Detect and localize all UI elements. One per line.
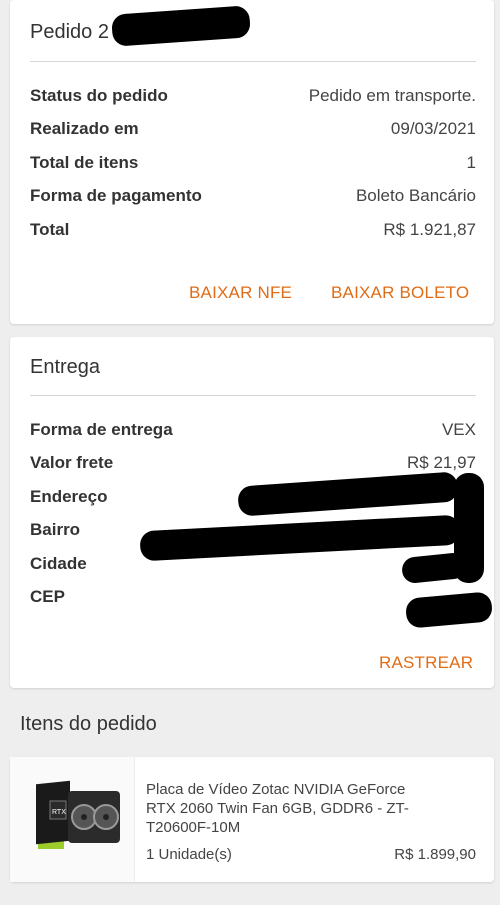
- track-button[interactable]: RASTREAR: [379, 653, 473, 673]
- download-boleto-button[interactable]: BAIXAR BOLETO: [331, 283, 469, 303]
- box-label: RTX: [52, 809, 66, 816]
- row-value: 09/03/2021: [390, 119, 476, 138]
- fan-hub: [103, 814, 109, 820]
- row-value: Pedido em transporte.: [308, 86, 476, 105]
- download-nfe-button[interactable]: BAIXAR NFE: [189, 283, 292, 303]
- order-title: Pedido 2: [30, 21, 109, 43]
- order-summary-card: Pedido 2 Status do pedido Pedido em tran…: [10, 0, 494, 324]
- delivery-card: Entrega Forma de entrega VEX Valor frete…: [10, 337, 494, 688]
- product-quantity: 1 Unidade(s): [146, 846, 232, 863]
- row-label: Realizado em: [30, 119, 139, 138]
- divider: [30, 395, 476, 396]
- order-detail-page: Pedido 2 Status do pedido Pedido em tran…: [0, 0, 500, 905]
- fan-hub: [81, 814, 87, 820]
- delivery-method-row: Forma de entrega VEX: [30, 420, 476, 444]
- shipping-cost-row: Valor frete R$ 21,97: [30, 453, 476, 477]
- row-value: R$ 21,97: [407, 453, 476, 472]
- row-label: Total: [30, 220, 70, 239]
- row-label: Bairro: [30, 520, 81, 539]
- order-date-row: Realizado em 09/03/2021: [30, 119, 476, 143]
- row-value: 1: [466, 153, 476, 172]
- city-value-redaction: [400, 551, 468, 585]
- order-number-redaction: [111, 5, 251, 47]
- row-label: CEP: [30, 587, 65, 606]
- graphics-card-icon: RTX: [36, 780, 120, 849]
- postal-code-redaction: [404, 591, 494, 629]
- row-label: Valor frete: [30, 453, 114, 472]
- row-value: Boleto Bancário: [355, 186, 476, 205]
- row-value: VEX: [441, 420, 476, 439]
- product-price: R$ 1.899,90: [394, 846, 476, 863]
- row-label: Cidade: [30, 554, 87, 573]
- row-label: Endereço: [30, 487, 108, 506]
- order-payment-row: Forma de pagamento Boleto Bancário: [30, 186, 476, 210]
- product-image: RTX: [10, 757, 135, 882]
- divider: [30, 61, 476, 62]
- order-item-count-row: Total de itens 1: [30, 153, 476, 177]
- row-label: Total de itens: [30, 153, 139, 172]
- order-item-card[interactable]: RTX Placa de Vídeo Zotac NVIDIA GeForce …: [10, 757, 494, 882]
- order-total-row: Total R$ 1.921,87: [30, 220, 476, 244]
- row-label: Forma de pagamento: [30, 186, 202, 205]
- product-name: Placa de Vídeo Zotac NVIDIA GeForce RTX …: [146, 781, 409, 836]
- row-label: Status do pedido: [30, 86, 168, 105]
- row-label: Forma de entrega: [30, 420, 173, 439]
- order-status-row: Status do pedido Pedido em transporte.: [30, 86, 476, 110]
- items-heading: Itens do pedido: [20, 713, 157, 735]
- delivery-title: Entrega: [30, 356, 101, 378]
- row-value: R$ 1.921,87: [383, 220, 476, 239]
